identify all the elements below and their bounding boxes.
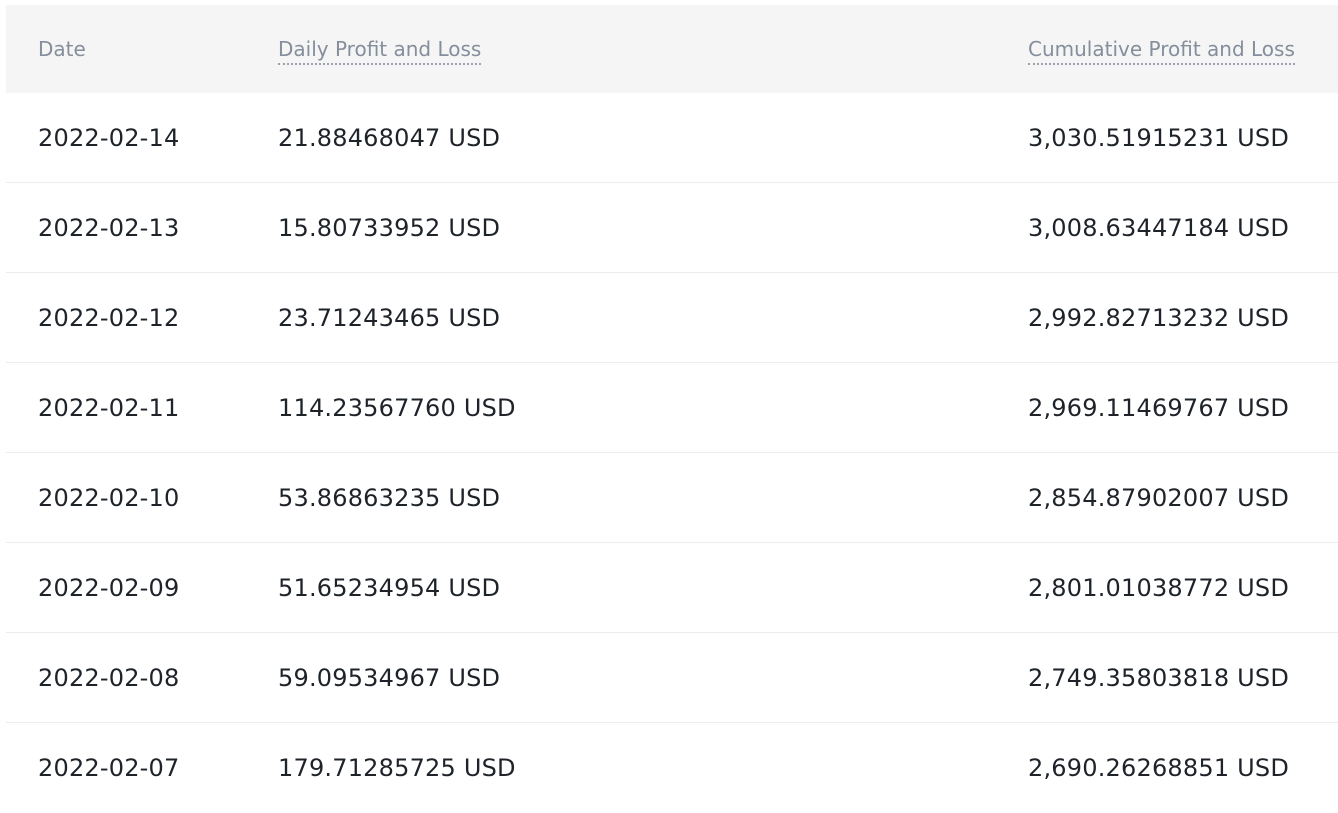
pnl-table: Date Daily Profit and Loss Cumulative Pr… xyxy=(6,5,1338,813)
table-row: 2022-02-10 53.86863235 USD 2,854.8790200… xyxy=(6,453,1338,543)
daily-pnl-cell: 23.71243465 USD xyxy=(278,304,501,332)
date-cell: 2022-02-13 xyxy=(38,214,180,242)
header-cumulative-pnl[interactable]: Cumulative Profit and Loss xyxy=(1028,5,1295,93)
cumulative-pnl-cell: 2,854.87902007 USD xyxy=(1028,484,1290,512)
header-daily-pnl-label[interactable]: Daily Profit and Loss xyxy=(278,37,482,65)
cumulative-pnl-cell: 2,801.01038772 USD xyxy=(1028,574,1290,602)
date-cell: 2022-02-11 xyxy=(38,394,180,422)
date-cell: 2022-02-12 xyxy=(38,304,180,332)
table-row: 2022-02-09 51.65234954 USD 2,801.0103877… xyxy=(6,543,1338,633)
cumulative-pnl-cell: 2,690.26268851 USD xyxy=(1028,754,1290,782)
date-cell: 2022-02-07 xyxy=(38,754,180,782)
daily-pnl-cell: 15.80733952 USD xyxy=(278,214,501,242)
table-row: 2022-02-13 15.80733952 USD 3,008.6344718… xyxy=(6,183,1338,273)
daily-pnl-cell: 59.09534967 USD xyxy=(278,664,501,692)
daily-pnl-cell: 179.71285725 USD xyxy=(278,754,516,782)
table-header: Date Daily Profit and Loss Cumulative Pr… xyxy=(6,5,1338,93)
header-date-label: Date xyxy=(38,37,86,61)
date-cell: 2022-02-08 xyxy=(38,664,180,692)
date-cell: 2022-02-14 xyxy=(38,124,180,152)
cumulative-pnl-cell: 3,030.51915231 USD xyxy=(1028,124,1290,152)
date-cell: 2022-02-10 xyxy=(38,484,180,512)
cumulative-pnl-cell: 3,008.63447184 USD xyxy=(1028,214,1290,242)
daily-pnl-cell: 51.65234954 USD xyxy=(278,574,501,602)
table-row: 2022-02-07 179.71285725 USD 2,690.262688… xyxy=(6,723,1338,813)
cumulative-pnl-cell: 2,969.11469767 USD xyxy=(1028,394,1290,422)
daily-pnl-cell: 53.86863235 USD xyxy=(278,484,501,512)
table-row: 2022-02-08 59.09534967 USD 2,749.3580381… xyxy=(6,633,1338,723)
cumulative-pnl-cell: 2,992.82713232 USD xyxy=(1028,304,1290,332)
table-row: 2022-02-11 114.23567760 USD 2,969.114697… xyxy=(6,363,1338,453)
header-cumulative-pnl-label[interactable]: Cumulative Profit and Loss xyxy=(1028,37,1295,65)
cumulative-pnl-cell: 2,749.35803818 USD xyxy=(1028,664,1290,692)
daily-pnl-cell: 21.88468047 USD xyxy=(278,124,501,152)
daily-pnl-cell: 114.23567760 USD xyxy=(278,394,516,422)
date-cell: 2022-02-09 xyxy=(38,574,180,602)
table-row: 2022-02-14 21.88468047 USD 3,030.5191523… xyxy=(6,93,1338,183)
header-date: Date xyxy=(38,5,86,93)
table-row: 2022-02-12 23.71243465 USD 2,992.8271323… xyxy=(6,273,1338,363)
header-daily-pnl[interactable]: Daily Profit and Loss xyxy=(278,5,482,93)
